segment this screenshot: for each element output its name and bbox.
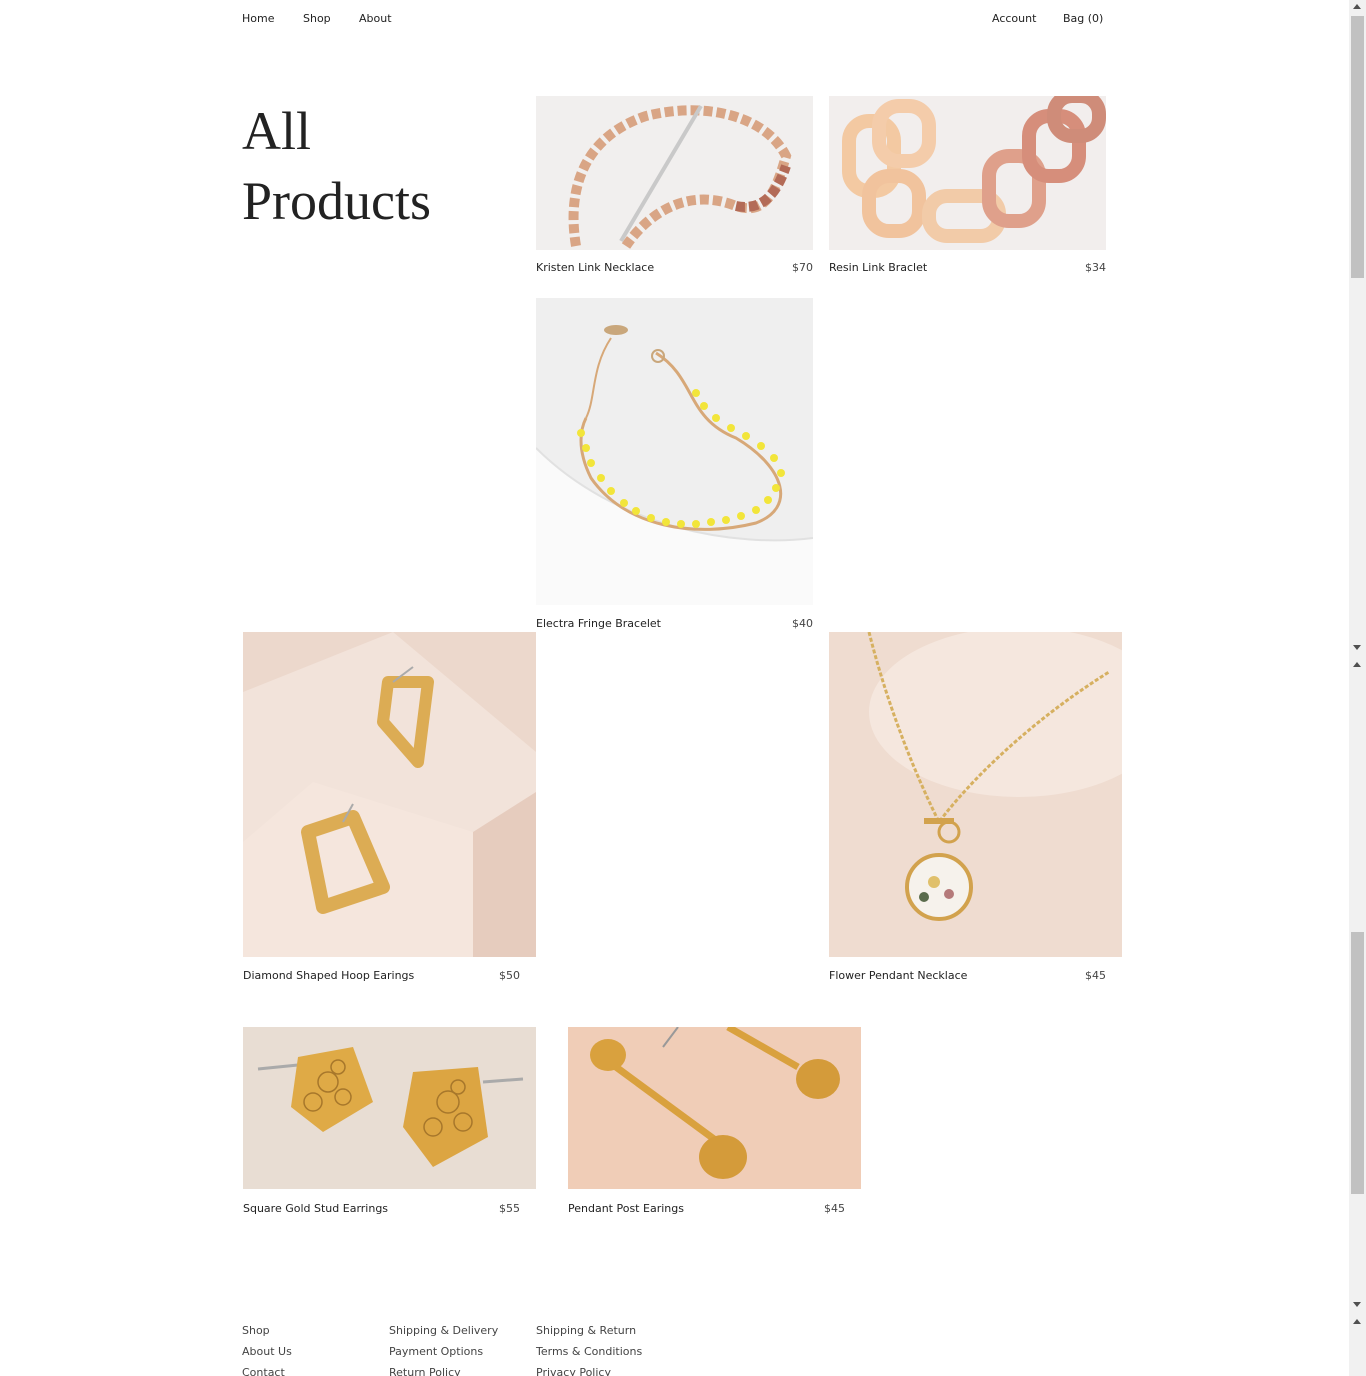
product-price: $40 [792,617,813,630]
scrollbar-thumb[interactable] [1351,932,1364,1194]
footer-shipping-return-link[interactable]: Shipping & Return [536,1324,636,1337]
scrollbar-thumb[interactable] [1351,16,1364,278]
product-card[interactable]: Kristen Link Necklace $70 [536,96,813,286]
product-card[interactable]: Electra Fringe Bracelet $40 [536,298,813,634]
product-price: $34 [1085,261,1106,274]
scroll-up-arrow-icon[interactable] [1353,662,1361,667]
product-card[interactable]: Pendant Post Earings $45 [568,1027,861,1222]
product-name[interactable]: Resin Link Braclet [829,261,927,274]
nav-home-link[interactable]: Home [242,12,274,25]
scroll-down-arrow-icon[interactable] [1353,1302,1361,1307]
product-name[interactable]: Flower Pendant Necklace [829,969,967,982]
scroll-up-arrow-icon[interactable] [1353,4,1361,9]
product-name[interactable]: Pendant Post Earings [568,1202,684,1215]
product-name[interactable]: Square Gold Stud Earrings [243,1202,388,1215]
product-image[interactable] [536,96,813,250]
product-name[interactable]: Diamond Shaped Hoop Earings [243,969,414,982]
footer-contact-link[interactable]: Contact [242,1366,285,1376]
product-image[interactable] [829,632,1122,957]
footer-privacy-policy-link[interactable]: Privacy Policy [536,1366,611,1376]
product-image[interactable] [568,1027,861,1189]
product-price: $45 [1085,969,1106,982]
page-scrollbar[interactable] [1349,0,1366,1376]
scroll-up-arrow-icon[interactable] [1353,1319,1361,1324]
page-title-line2: Products [242,171,431,231]
footer-about-us-link[interactable]: About Us [242,1345,292,1358]
nav-account-link[interactable]: Account [992,12,1036,25]
footer-shipping-delivery-link[interactable]: Shipping & Delivery [389,1324,498,1337]
nav-about-link[interactable]: About [359,12,392,25]
product-card[interactable]: Square Gold Stud Earrings $55 [243,1027,536,1222]
page-title: All Products [242,96,502,236]
product-price: $45 [824,1202,845,1215]
footer-shop-link[interactable]: Shop [242,1324,270,1337]
nav-shop-link[interactable]: Shop [303,12,331,25]
product-image[interactable] [536,298,813,605]
product-price: $55 [499,1202,520,1215]
product-card[interactable]: Diamond Shaped Hoop Earings $50 [243,632,536,988]
product-image[interactable] [829,96,1106,250]
product-name[interactable]: Kristen Link Necklace [536,261,654,274]
footer-terms-link[interactable]: Terms & Conditions [536,1345,642,1358]
product-card[interactable]: Resin Link Braclet $34 [829,96,1106,286]
footer-return-policy-link[interactable]: Return Policy [389,1366,461,1376]
product-name[interactable]: Electra Fringe Bracelet [536,617,661,630]
product-card[interactable]: Flower Pendant Necklace $45 [829,632,1122,988]
page-title-line1: All [242,101,312,161]
footer-payment-options-link[interactable]: Payment Options [389,1345,483,1358]
product-price: $70 [792,261,813,274]
nav-bag-link[interactable]: Bag (0) [1063,12,1103,25]
product-price: $50 [499,969,520,982]
scroll-down-arrow-icon[interactable] [1353,645,1361,650]
product-image[interactable] [243,632,536,957]
product-image[interactable] [243,1027,536,1189]
